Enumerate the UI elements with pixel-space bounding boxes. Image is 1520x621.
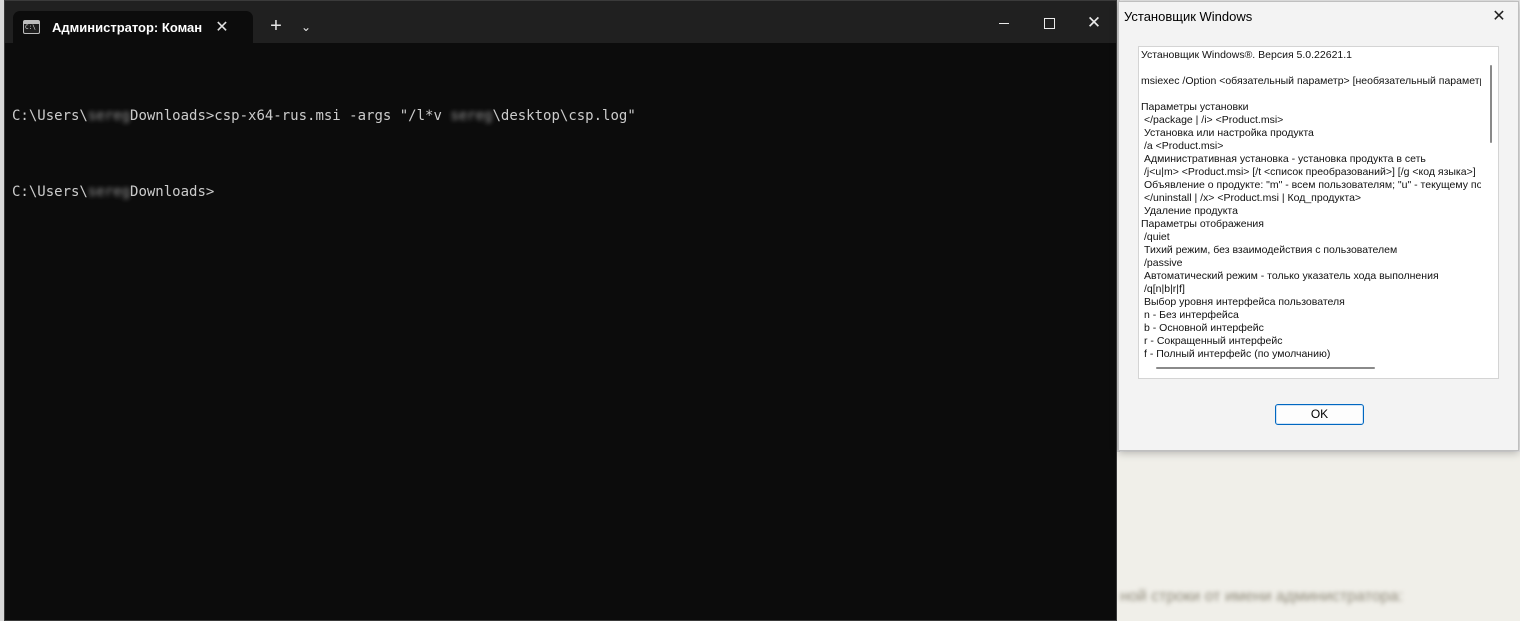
dialog-text-line: Установщик Windows®. Версия 5.0.22621.1 [1141,49,1353,61]
redacted-username: sereg [450,108,493,124]
dialog-text-line: msiexec /Option <обязательный параметр> … [1141,75,1481,87]
tab-title: Администратор: Командн [52,19,202,35]
dialog-close-button[interactable]: ✕ [1488,6,1510,28]
dialog-text-line: Параметры отображения [1141,218,1264,230]
dialog-text-line: /passive [1144,257,1183,269]
terminal-window: Администратор: Командн ✕ + ⌄ ✕ C:\Users\… [4,0,1117,621]
terminal-tab[interactable]: Администратор: Командн ✕ [13,11,253,43]
dialog-text-line: Удаление продукта [1144,205,1238,217]
horizontal-scrollbar[interactable] [1156,367,1375,369]
dialog-text-line: Объявление о продукте: "m" - всем пользо… [1144,179,1481,191]
dialog-text-line: </package | /i> <Product.msi> [1144,114,1284,126]
new-tab-button[interactable]: + [263,14,289,40]
dialog-text-line: r - Сокращенный интерфейс [1144,335,1283,347]
installer-dialog: Установщик Windows ✕ Установщик Windows®… [1118,1,1519,451]
redacted-username: sereg [87,108,131,124]
background-blurred-text: ной строки от имени администратора: [1120,588,1404,605]
close-button[interactable]: ✕ [1071,9,1117,37]
dialog-title: Установщик Windows [1124,9,1253,24]
console-line: C:\Users\seregDownloads>csp-x64-rus.msi … [12,107,1116,126]
dialog-text-area[interactable]: Установщик Windows®. Версия 5.0.22621.1 m… [1138,46,1499,379]
redacted-username: sereg [87,184,131,200]
dialog-text-line [1141,62,1481,75]
dialog-text-line: f - Полный интерфейс (по умолчанию) [1144,348,1331,359]
dialog-text-line: /q[n|b|r|f] [1144,283,1185,295]
dialog-text-line: Выбор уровня интерфейса пользователя [1144,296,1345,308]
dialog-text-line: Административная установка - установка п… [1144,153,1426,165]
terminal-titlebar[interactable]: Администратор: Командн ✕ + ⌄ ✕ [5,1,1116,43]
tab-dropdown-button[interactable]: ⌄ [294,14,318,40]
console-text: \desktop\csp.log" [492,108,636,124]
dialog-text: Установщик Windows®. Версия 5.0.22621.1 m… [1141,49,1481,359]
dialog-text-line: Установка или настройка продукта [1144,127,1314,139]
console-line: C:\Users\seregDownloads> [12,183,1116,202]
maximize-icon [1043,17,1055,29]
dialog-text-line: n - Без интерфейса [1144,309,1239,321]
tab-close-icon[interactable]: ✕ [210,17,234,37]
cmd-icon [23,20,40,34]
dialog-text-line: /j<u|m> <Product.msi> [/t <список преобр… [1144,166,1476,178]
console-text: C:\Users\ [12,108,88,124]
dialog-text-line: Автоматический режим - только указатель … [1144,270,1439,282]
maximize-button[interactable] [1026,9,1072,37]
dialog-text-line [1141,88,1481,101]
vertical-scrollbar[interactable] [1490,65,1492,143]
minimize-icon [999,22,1009,24]
console-output[interactable]: C:\Users\seregDownloads>csp-x64-rus.msi … [12,69,1116,259]
minimize-button[interactable] [981,9,1027,37]
console-prompt: Downloads> [130,184,215,200]
console-text: C:\Users\ [12,184,88,200]
console-text: Downloads>csp-x64-rus.msi -args "/l*v [130,108,451,124]
dialog-text-line: /quiet [1144,231,1170,243]
dialog-text-line: Параметры установки [1141,101,1249,113]
dialog-text-line: Тихий режим, без взаимодействия с пользо… [1144,244,1398,256]
ok-button[interactable]: OK [1275,404,1364,425]
dialog-text-line: /a <Product.msi> [1144,140,1224,152]
dialog-text-line: b - Основной интерфейс [1144,322,1264,334]
dialog-text-line: </uninstall | /x> <Product.msi | Код_про… [1144,192,1362,204]
